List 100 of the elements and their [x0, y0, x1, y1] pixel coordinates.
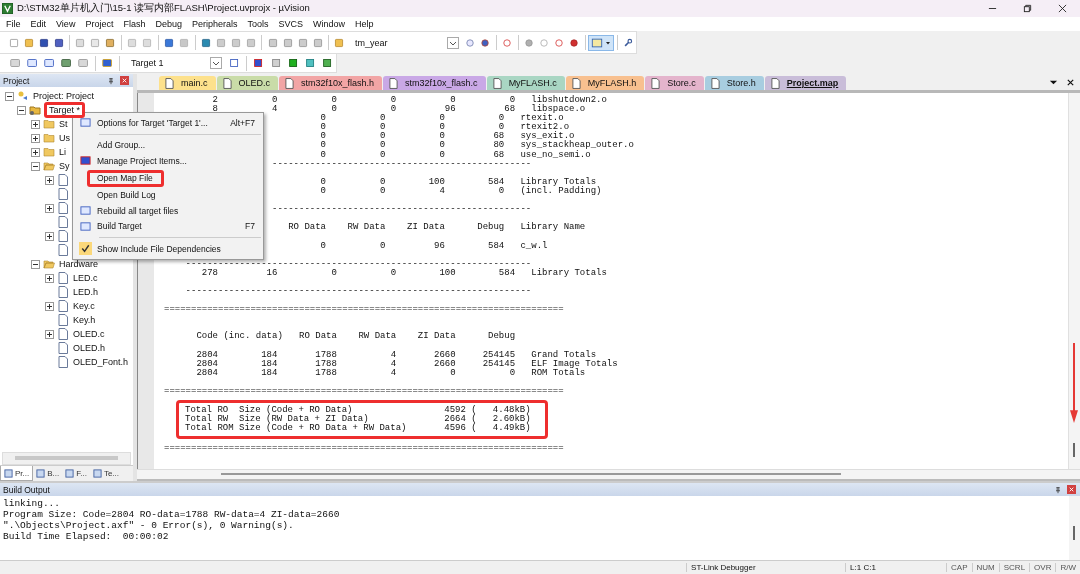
status-text: ST-Link Debugger: [686, 563, 846, 572]
expand-icon[interactable]: [31, 259, 40, 269]
target-icon: [29, 104, 41, 116]
menu-item[interactable]: Flash: [119, 19, 152, 29]
tree-item[interactable]: LED.c: [72, 273, 99, 283]
file-tab[interactable]: MyFLASH.h: [565, 76, 645, 90]
menu-item[interactable]: Peripherals: [187, 19, 244, 29]
file-icon: [57, 244, 69, 256]
tab-list-icon[interactable]: [1049, 78, 1058, 87]
menu-item[interactable]: Rebuild all target files: [73, 203, 263, 219]
status-text: L:1 C:1: [845, 563, 947, 572]
menu-item[interactable]: Add Group...: [73, 137, 263, 153]
expand-icon[interactable]: [45, 273, 54, 283]
code-line: 278 16 0 0 100 584 Library Totals: [200, 268, 607, 278]
code-line: ==========================================================================: [164, 305, 564, 315]
menu-item[interactable]: View: [52, 19, 82, 29]
menu-item[interactable]: SVCS: [274, 19, 309, 29]
panel-tab[interactable]: F...: [62, 466, 90, 481]
code-line: ----------------------------------------------------------------: [184, 259, 532, 269]
panel-title: Project: [3, 75, 31, 86]
tree-item[interactable]: Sy: [58, 161, 71, 171]
expand-icon[interactable]: [45, 175, 54, 185]
expand-icon[interactable]: [31, 119, 40, 129]
tree-item[interactable]: OLED.c: [72, 329, 106, 339]
tree-item[interactable]: Key.h: [72, 315, 97, 325]
file-icon: [651, 77, 661, 89]
menu-item[interactable]: Build Target F7: [73, 218, 263, 234]
menu-item[interactable]: File: [2, 19, 27, 29]
panel-tab[interactable]: Te...: [89, 466, 123, 481]
status-indicator: NUM: [971, 563, 999, 572]
menu-item[interactable]: Edit: [26, 19, 53, 29]
collapse-icon[interactable]: [17, 105, 26, 115]
panel-title: Build Output: [3, 484, 51, 495]
file-tab[interactable]: Project.map: [764, 76, 847, 90]
code-line: 0 0 0 0 rtexit2.o: [319, 123, 570, 133]
menu-item[interactable]: Options for Target 'Target 1'... Alt+F7: [73, 115, 263, 131]
menu-item[interactable]: Window: [309, 19, 352, 29]
panel-tab[interactable]: Pr...: [0, 466, 34, 481]
code-line: 2 0 0 0 0 0 libshutdown2.o: [211, 96, 607, 105]
expand-icon[interactable]: [45, 301, 54, 311]
file-icon: [571, 77, 581, 89]
output-line: linking...: [3, 498, 61, 509]
tree-item[interactable]: Key.c: [72, 301, 96, 311]
window-layout-button[interactable]: [588, 34, 615, 51]
menu-item[interactable]: Manage Project Items...: [73, 153, 263, 169]
status-indicator: SCRL: [998, 563, 1030, 572]
panel-tab[interactable]: B...: [33, 466, 63, 481]
code-line: RO Data RW Data ZI Data Debug Library Name: [287, 223, 586, 233]
code-line: 2804 184 1788 4 0 0 ROM Totals: [195, 368, 586, 378]
expand-icon[interactable]: [45, 231, 54, 241]
status-indicator: OVR: [1029, 563, 1056, 572]
file-icon: [389, 77, 399, 89]
file-tab[interactable]: stm32f10x_flash.c: [383, 76, 486, 90]
file-tab[interactable]: Store.c: [645, 76, 704, 90]
tree-item[interactable]: OLED_Font.h: [72, 357, 130, 367]
tree-item[interactable]: Target *: [44, 102, 86, 118]
tree-item[interactable]: Li: [58, 147, 67, 157]
horizontal-scrollbar[interactable]: [137, 469, 1080, 481]
menu-item[interactable]: Project: [81, 19, 120, 29]
file-tab[interactable]: Store.h: [704, 76, 764, 90]
menu-item[interactable]: Open Build Log: [73, 187, 263, 203]
file-tab[interactable]: MyFLASH.c: [486, 76, 565, 90]
status-indicator: R/W: [1055, 563, 1080, 572]
file-tab[interactable]: main.c: [159, 76, 216, 90]
tree-item[interactable]: LED.h: [72, 287, 99, 297]
tree-item[interactable]: OLED.h: [72, 343, 106, 353]
pin-icon[interactable]: [1054, 485, 1062, 494]
dropdown-icon[interactable]: [446, 36, 459, 49]
caret-icon: [605, 39, 612, 46]
horizontal-scrollbar[interactable]: [2, 452, 131, 465]
tree-item[interactable]: Project: Project: [32, 91, 96, 101]
expand-icon[interactable]: [31, 133, 40, 143]
tree-item[interactable]: Us: [58, 133, 71, 143]
vertical-scrollbar[interactable]: [1068, 93, 1080, 469]
output-line: Program Size: Code=2804 RO-data=1788 RW-data=4 ZI-data=2660: [3, 509, 341, 520]
dropdown-icon[interactable]: [209, 57, 222, 69]
tree-item[interactable]: Hardware: [58, 259, 99, 269]
expand-icon[interactable]: [45, 329, 54, 339]
menu-item[interactable]: Open Map File: [87, 169, 164, 187]
close-icon[interactable]: [1058, 4, 1067, 13]
file-tab[interactable]: OLED.c: [216, 76, 279, 90]
expand-icon[interactable]: [31, 161, 40, 171]
vertical-scrollbar[interactable]: [1069, 496, 1080, 560]
expand-icon[interactable]: [31, 147, 40, 157]
pin-icon[interactable]: [107, 76, 115, 85]
file-icon: [57, 342, 69, 354]
tree-item[interactable]: St: [58, 119, 69, 129]
tab-icon: [65, 469, 75, 478]
code-line: ------------------------------------------------: [272, 205, 532, 215]
collapse-icon[interactable]: [5, 91, 14, 101]
file-tab[interactable]: stm32f10x_flash.h: [279, 76, 383, 90]
menu-item[interactable]: Tools: [243, 19, 275, 29]
code-line: 2804 184 1788 4 2660 254145 Grand Totals: [195, 350, 597, 360]
menu-item[interactable]: Show Include File Dependencies: [73, 241, 263, 257]
menu-item[interactable]: Debug: [151, 19, 188, 29]
close-icon[interactable]: [1066, 78, 1075, 87]
menu-item[interactable]: Help: [351, 19, 380, 29]
expand-icon[interactable]: [45, 203, 54, 213]
file-icon: [57, 188, 69, 200]
restore-icon[interactable]: [1023, 4, 1032, 13]
